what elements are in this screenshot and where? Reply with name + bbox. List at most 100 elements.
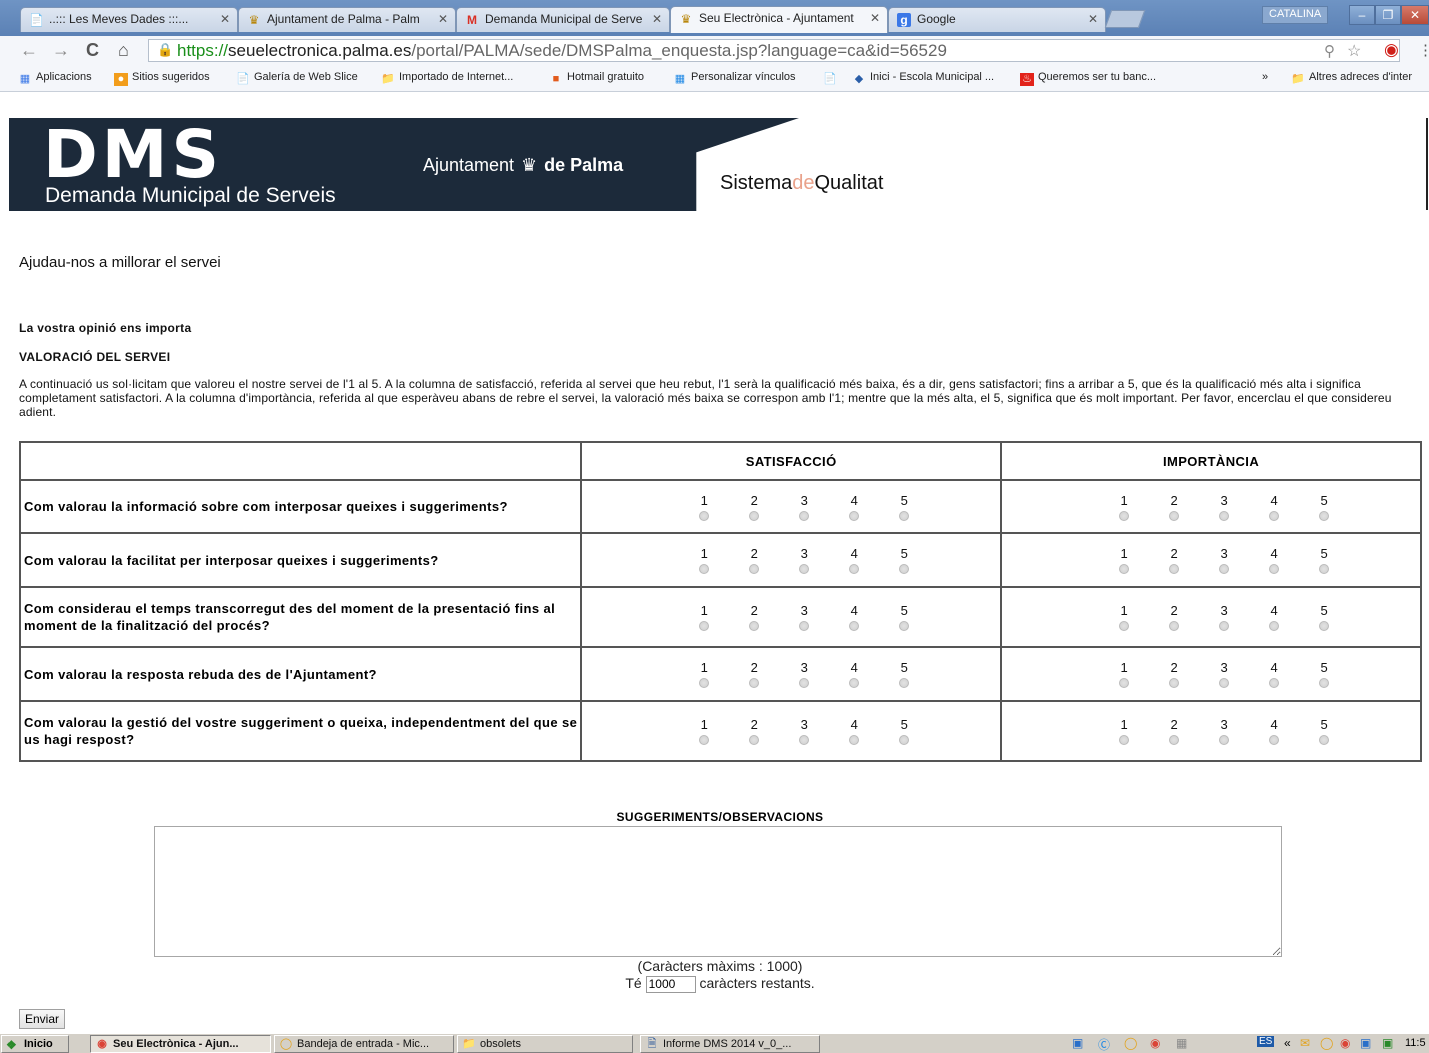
importancia-radio-5[interactable] bbox=[1319, 510, 1330, 521]
bookmark-aplicacions[interactable]: ▦ Aplicacions bbox=[18, 71, 92, 86]
satisfaccio-option[interactable]: 1 bbox=[679, 546, 729, 574]
ie-icon[interactable]: Ⓒ bbox=[1098, 1036, 1110, 1053]
tray-expand-icon[interactable]: « bbox=[1284, 1036, 1291, 1050]
close-tab-icon[interactable]: ✕ bbox=[652, 12, 662, 26]
importancia-option[interactable]: 2 bbox=[1149, 660, 1199, 688]
importancia-radio-1[interactable] bbox=[1119, 510, 1130, 521]
close-tab-icon[interactable]: ✕ bbox=[220, 12, 230, 26]
other-bookmarks-folder[interactable]: 📁 Altres adreces d'inter bbox=[1291, 71, 1412, 86]
satisfaccio-radio-5[interactable] bbox=[899, 564, 910, 574]
restore-window-button[interactable]: ❐ bbox=[1375, 5, 1401, 25]
minimize-window-button[interactable]: – bbox=[1349, 5, 1375, 25]
satisfaccio-radio-1[interactable] bbox=[699, 564, 710, 574]
importancia-option[interactable]: 3 bbox=[1199, 493, 1249, 521]
importancia-radio-2[interactable] bbox=[1169, 678, 1180, 688]
satisfaccio-radio-5[interactable] bbox=[899, 678, 910, 688]
importancia-option[interactable]: 3 bbox=[1199, 717, 1249, 745]
monitor-icon[interactable]: ▣ bbox=[1382, 1036, 1393, 1050]
satisfaccio-option[interactable]: 1 bbox=[679, 493, 729, 521]
importancia-option[interactable]: 4 bbox=[1249, 660, 1299, 688]
importancia-option[interactable]: 5 bbox=[1299, 717, 1349, 745]
taskbar-item-word[interactable]: 🗎 Informe DMS 2014 v_0_... bbox=[640, 1035, 820, 1053]
importancia-radio-4[interactable] bbox=[1269, 621, 1280, 631]
taskbar-item-obsolets[interactable]: 📁 obsolets bbox=[457, 1035, 633, 1053]
satisfaccio-option[interactable]: 2 bbox=[729, 546, 779, 574]
importancia-option[interactable]: 1 bbox=[1099, 603, 1149, 631]
importancia-radio-2[interactable] bbox=[1169, 510, 1180, 521]
chrome-icon[interactable]: ◉ bbox=[1150, 1036, 1160, 1050]
satisfaccio-option[interactable]: 1 bbox=[679, 717, 729, 745]
importancia-radio-5[interactable] bbox=[1319, 678, 1330, 688]
close-tab-icon[interactable]: ✕ bbox=[438, 12, 448, 26]
importancia-option[interactable]: 2 bbox=[1149, 493, 1199, 521]
importancia-radio-4[interactable] bbox=[1269, 510, 1280, 521]
satisfaccio-radio-2[interactable] bbox=[749, 510, 760, 521]
forward-arrow-icon[interactable]: → bbox=[52, 40, 70, 61]
importancia-option[interactable]: 2 bbox=[1149, 717, 1199, 745]
satisfaccio-radio-1[interactable] bbox=[699, 735, 710, 745]
satisfaccio-option[interactable]: 3 bbox=[779, 603, 829, 631]
bookmark-sitios-sugeridos[interactable]: ● Sitios sugeridos bbox=[114, 71, 210, 86]
importancia-radio-2[interactable] bbox=[1169, 564, 1180, 574]
satisfaccio-radio-3[interactable] bbox=[799, 564, 810, 574]
satisfaccio-radio-1[interactable] bbox=[699, 621, 710, 631]
language-indicator[interactable]: ES bbox=[1257, 1036, 1275, 1047]
satisfaccio-radio-4[interactable] bbox=[849, 564, 860, 574]
bookmark-galeria-web-slice[interactable]: 📄 Galería de Web Slice bbox=[236, 71, 358, 86]
bookmark-santander[interactable]: ♨ Queremos ser tu banc... bbox=[1020, 71, 1156, 86]
user-profile-badge[interactable]: CATALINA bbox=[1262, 6, 1329, 24]
bookmarks-overflow-button[interactable]: » bbox=[1262, 71, 1268, 83]
satisfaccio-option[interactable]: 5 bbox=[879, 493, 929, 521]
satisfaccio-option[interactable]: 1 bbox=[679, 660, 729, 688]
importancia-radio-3[interactable] bbox=[1219, 510, 1230, 521]
importancia-option[interactable]: 2 bbox=[1149, 546, 1199, 574]
satisfaccio-option[interactable]: 5 bbox=[879, 717, 929, 745]
bookmark-personalizar[interactable]: ▦ Personalizar vínculos bbox=[673, 71, 796, 86]
menu-icon[interactable]: ⋮ bbox=[1418, 41, 1429, 59]
importancia-radio-4[interactable] bbox=[1269, 735, 1280, 745]
satisfaccio-radio-2[interactable] bbox=[749, 621, 760, 631]
importancia-option[interactable]: 4 bbox=[1249, 493, 1299, 521]
opera-extension-icon[interactable]: ◉ bbox=[1384, 40, 1399, 60]
mail-icon[interactable]: ✉ bbox=[1300, 1036, 1310, 1050]
bookmark-escola-municipal[interactable]: ◆ Inici - Escola Municipal ... bbox=[852, 71, 994, 86]
satisfaccio-radio-4[interactable] bbox=[849, 621, 860, 631]
importancia-radio-1[interactable] bbox=[1119, 735, 1130, 745]
satisfaccio-radio-4[interactable] bbox=[849, 510, 860, 521]
importancia-option[interactable]: 3 bbox=[1199, 603, 1249, 631]
importancia-option[interactable]: 5 bbox=[1299, 546, 1349, 574]
satisfaccio-option[interactable]: 5 bbox=[879, 546, 929, 574]
importancia-radio-1[interactable] bbox=[1119, 621, 1130, 631]
importancia-radio-5[interactable] bbox=[1319, 735, 1330, 745]
satisfaccio-option[interactable]: 2 bbox=[729, 660, 779, 688]
importancia-radio-4[interactable] bbox=[1269, 678, 1280, 688]
bookmark-untitled[interactable]: 📄 bbox=[823, 71, 841, 86]
satisfaccio-radio-2[interactable] bbox=[749, 564, 760, 574]
satisfaccio-radio-3[interactable] bbox=[799, 621, 810, 631]
importancia-option[interactable]: 1 bbox=[1099, 717, 1149, 745]
satisfaccio-option[interactable]: 4 bbox=[829, 603, 879, 631]
satisfaccio-option[interactable]: 2 bbox=[729, 493, 779, 521]
close-tab-icon[interactable]: ✕ bbox=[1088, 12, 1098, 26]
importancia-option[interactable]: 1 bbox=[1099, 546, 1149, 574]
satisfaccio-radio-1[interactable] bbox=[699, 678, 710, 688]
taskbar-item-outlook[interactable]: ◯ Bandeja de entrada - Mic... bbox=[274, 1035, 454, 1053]
satisfaccio-option[interactable]: 2 bbox=[729, 603, 779, 631]
satisfaccio-radio-3[interactable] bbox=[799, 735, 810, 745]
satisfaccio-radio-2[interactable] bbox=[749, 678, 760, 688]
bookmark-importado[interactable]: 📁 Importado de Internet... bbox=[381, 71, 513, 86]
zoom-search-icon[interactable]: ⚲ bbox=[1324, 42, 1335, 60]
browser-tab-ajuntament-palma[interactable]: ♛ Ajuntament de Palma - Palm ✕ bbox=[238, 7, 456, 32]
quicklaunch-icon[interactable]: ▣ bbox=[1072, 1036, 1083, 1050]
satisfaccio-radio-1[interactable] bbox=[699, 510, 710, 521]
home-icon[interactable]: ⌂ bbox=[118, 40, 129, 61]
back-arrow-icon[interactable]: ← bbox=[20, 40, 38, 61]
close-tab-icon[interactable]: ✕ bbox=[870, 11, 880, 25]
start-button[interactable]: ❖ Inicio bbox=[1, 1035, 69, 1053]
satisfaccio-option[interactable]: 3 bbox=[779, 717, 829, 745]
satisfaccio-option[interactable]: 3 bbox=[779, 546, 829, 574]
importancia-radio-3[interactable] bbox=[1219, 564, 1230, 574]
importancia-option[interactable]: 1 bbox=[1099, 660, 1149, 688]
browser-tab-seu-electronica[interactable]: ♛ Seu Electrònica - Ajuntament ✕ bbox=[670, 6, 888, 33]
browser-tab-demanda-municipal[interactable]: M Demanda Municipal de Serve ✕ bbox=[456, 7, 670, 32]
